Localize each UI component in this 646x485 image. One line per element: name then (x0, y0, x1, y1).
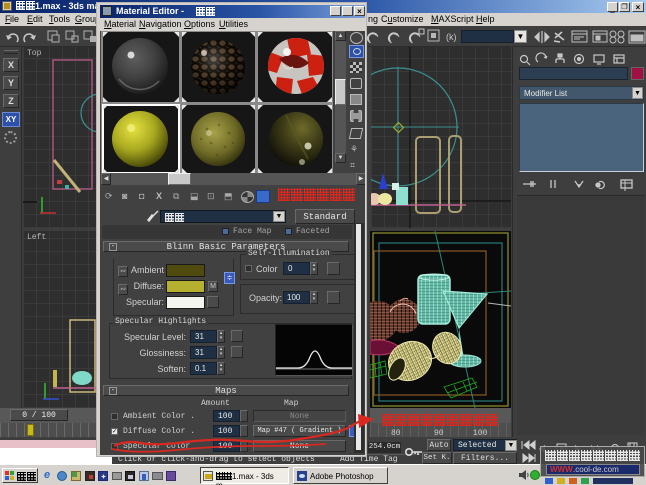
svg-text:(k): (k) (446, 32, 457, 42)
